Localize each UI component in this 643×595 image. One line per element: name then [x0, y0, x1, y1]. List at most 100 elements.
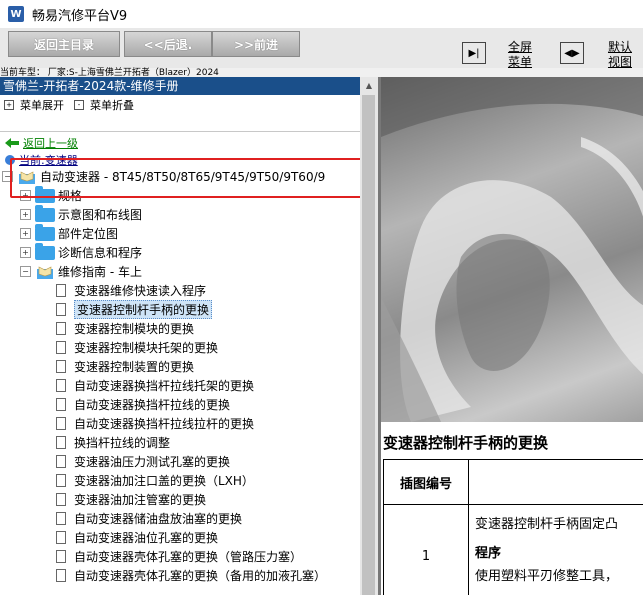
tree-folder-open-label: 维修指南 - 车上 — [58, 265, 142, 279]
tree-folder[interactable]: + 部件定位图 — [20, 223, 119, 243]
open-folder-icon — [35, 264, 55, 280]
document-icon — [56, 341, 66, 354]
toolbar: 返回主目录 <<后退. >>前进 — [0, 28, 643, 68]
tree-folder-label: 示意图和布线图 — [58, 208, 143, 222]
tree-item-label: 自动变速器壳体孔塞的更换（管路压力塞） — [74, 550, 303, 564]
default-view-icon[interactable]: ◀▶ — [560, 42, 584, 64]
document-icon — [56, 455, 66, 468]
tree-item-label: 变速器控制装置的更换 — [74, 360, 195, 374]
tree-item-label: 变速器维修快速读入程序 — [74, 284, 207, 298]
back-arrow-icon — [5, 138, 19, 148]
collapse-toggle-icon[interactable]: − — [20, 266, 31, 277]
tree-item[interactable]: 变速器控制装置的更换 — [56, 357, 194, 376]
tree-item-label: 变速器油压力测试孔塞的更换 — [74, 455, 231, 469]
fullscreen-menu-link[interactable]: 全屏 菜单 — [500, 40, 540, 70]
back-one-level-label: 返回上一级 — [23, 137, 78, 150]
document-icon — [56, 474, 66, 487]
scrollbar[interactable]: ▲ — [360, 77, 378, 595]
tree-item[interactable]: 变速器控制模块的更换 — [56, 319, 194, 338]
scroll-up-arrow-icon[interactable]: ▲ — [360, 77, 378, 94]
row-content-cell: 变速器控制杆手柄固定凸 程序 使用塑料平刃修整工具， — [468, 504, 643, 595]
back-to-main-button[interactable]: 返回主目录 — [8, 31, 120, 57]
fullscreen-label-1: 全屏 — [507, 40, 532, 54]
collapse-menu-label: 菜单折叠 — [90, 99, 134, 112]
document-icon — [56, 303, 66, 316]
document-icon — [56, 531, 66, 544]
tree-item[interactable]: 自动变速器换挡杆拉线的更换 — [56, 395, 230, 414]
folder-icon — [35, 204, 55, 222]
expand-icon: + — [4, 100, 14, 110]
tree-item[interactable]: 自动变速器换挡杆拉线托架的更换 — [56, 376, 254, 395]
tree-folder-label: 部件定位图 — [58, 227, 119, 241]
forward-button[interactable]: >>前进 — [212, 31, 300, 57]
document-icon — [56, 398, 66, 411]
tree-item[interactable]: 变速器油压力测试孔塞的更换 — [56, 452, 230, 471]
tree-item-label: 自动变速器油位孔塞的更换 — [74, 531, 219, 545]
tree-item-label: 变速器油加注管塞的更换 — [74, 493, 207, 507]
folder-icon — [35, 242, 55, 260]
back-button[interactable]: <<后退. — [124, 31, 212, 57]
row-text: 变速器控制杆手柄固定凸 — [475, 517, 619, 532]
tree-item[interactable]: 自动变速器壳体孔塞的更换（管路压力塞） — [56, 547, 302, 566]
tree-item[interactable]: 自动变速器储油盘放油塞的更换 — [56, 509, 242, 528]
default-view-link[interactable]: 默认 视图 — [600, 40, 640, 70]
tree-item[interactable]: 变速器油加注管塞的更换 — [56, 490, 206, 509]
expand-toggle-icon[interactable]: + — [20, 228, 31, 239]
fullscreen-label-2: 菜单 — [507, 55, 532, 69]
tree-folder[interactable]: + 诊断信息和程序 — [20, 242, 143, 262]
document-icon — [56, 379, 66, 392]
collapse-menu-button[interactable]: - 菜单折叠 — [74, 97, 134, 113]
menu-row: + 菜单展开 - 菜单折叠 — [0, 95, 360, 115]
expand-toggle-icon[interactable]: + — [20, 209, 31, 220]
tree-item-label: 自动变速器换挡杆拉线的更换 — [74, 398, 231, 412]
title-bar: W 畅易汽修平台V9 — [0, 0, 643, 28]
document-icon — [56, 417, 66, 430]
tree-item-label: 变速器控制模块托架的更换 — [74, 341, 219, 355]
document-icon — [56, 569, 66, 582]
tree-item-label: 变速器控制杆手柄的更换 — [74, 300, 213, 319]
document-icon — [56, 436, 66, 449]
tree-item[interactable]: 换挡杆拉线的调整 — [56, 433, 170, 452]
collapse-icon: - — [74, 100, 84, 110]
tree-folder[interactable]: + 示意图和布线图 — [20, 204, 143, 224]
left-panel: 雪佛兰-开拓者-2024款-维修手册 + 菜单展开 - 菜单折叠 返回上一级 当… — [0, 77, 360, 595]
tree-item[interactable]: 变速器油加注口盖的更换（LXH） — [56, 471, 254, 490]
procedure-table: 插图编号 1 变速器控制杆手柄固定凸 程序 使用塑料平刃修整工具， — [383, 459, 643, 595]
tree-item[interactable]: 变速器控制模块托架的更换 — [56, 338, 218, 357]
document-icon — [56, 284, 66, 297]
tree-item-label: 变速器油加注口盖的更换（LXH） — [74, 474, 254, 488]
row-number-cell: 1 — [383, 504, 469, 595]
tree-item[interactable]: 自动变速器换挡杆拉线拉杆的更换 — [56, 414, 254, 433]
tree-item[interactable]: 自动变速器油位孔塞的更换 — [56, 528, 218, 547]
document-panel: 变速器控制杆手柄的更换 插图编号 1 变速器控制杆手柄固定凸 程序 使用塑料平刃… — [378, 77, 643, 595]
tree-item[interactable]: 自动变速器壳体孔塞的更换（备用的加液孔塞） — [56, 566, 326, 585]
highlight-annotation — [10, 158, 373, 198]
tree-item-label: 换挡杆拉线的调整 — [74, 436, 171, 450]
expand-toggle-icon[interactable]: + — [20, 247, 31, 258]
default-label-2: 视图 — [607, 55, 632, 69]
tree-folder-open[interactable]: − 维修指南 - 车上 — [20, 262, 142, 281]
procedure-label: 程序 — [475, 546, 502, 561]
document-icon — [56, 322, 66, 335]
tree-item-label: 自动变速器换挡杆拉线拉杆的更换 — [74, 417, 255, 431]
fullscreen-menu-icon[interactable]: ▶| — [462, 42, 486, 64]
tree-item-selected[interactable]: 变速器控制杆手柄的更换 — [56, 300, 213, 319]
app-logo-icon: W — [8, 6, 24, 22]
back-one-level-link[interactable]: 返回上一级 — [4, 135, 78, 151]
tree-item-label: 自动变速器储油盘放油塞的更换 — [74, 512, 243, 526]
manual-header: 雪佛兰-开拓者-2024款-维修手册 — [0, 77, 360, 95]
procedure-text: 使用塑料平刃修整工具， — [475, 569, 619, 584]
tree-folder-label: 诊断信息和程序 — [58, 246, 143, 260]
table-header-cell-blank — [468, 459, 643, 505]
table-header-cell: 插图编号 — [383, 459, 469, 505]
document-icon — [56, 512, 66, 525]
expand-menu-button[interactable]: + 菜单展开 — [4, 97, 64, 113]
default-label-1: 默认 — [607, 40, 632, 54]
folder-icon — [35, 223, 55, 241]
document-title: 变速器控制杆手柄的更换 — [383, 434, 549, 452]
illustration-image — [381, 77, 643, 422]
illustration-graphic — [381, 77, 643, 422]
scrollbar-thumb[interactable] — [362, 95, 375, 595]
document-icon — [56, 360, 66, 373]
tree-item[interactable]: 变速器维修快速读入程序 — [56, 281, 206, 300]
